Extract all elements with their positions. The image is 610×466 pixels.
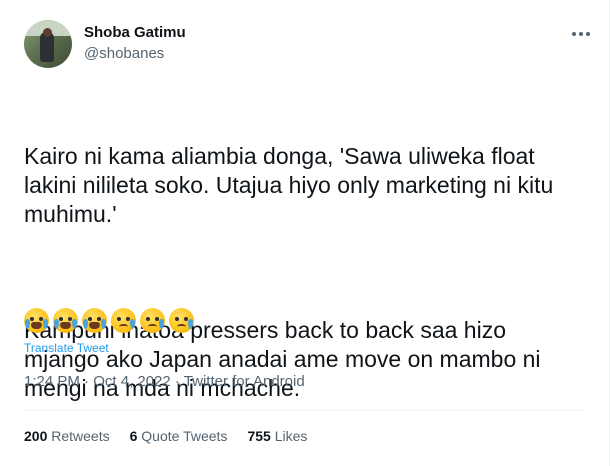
tweet-text: Kairo ni kama aliambia donga, 'Sawa uliw… (24, 84, 584, 461)
translate-tweet-link[interactable]: Translate Tweet (24, 341, 109, 355)
likes-stat[interactable]: 755 Likes (247, 428, 307, 444)
face-holding-back-tears-icon (111, 308, 136, 333)
engagement-stats: 200 Retweets 6 Quote Tweets 755 Likes (24, 428, 327, 444)
loudly-crying-face-icon (24, 308, 49, 333)
likes-count: 755 (247, 428, 275, 444)
face-holding-back-tears-icon (169, 308, 194, 333)
avatar[interactable] (24, 20, 72, 68)
quote-tweets-count: 6 (129, 428, 142, 444)
author-name[interactable]: Shoba Gatimu (84, 24, 186, 41)
quote-tweets-label: Quote Tweets (141, 428, 228, 444)
likes-label: Likes (274, 428, 308, 444)
loudly-crying-face-icon (82, 308, 107, 333)
retweets-stat[interactable]: 200 Retweets (24, 428, 110, 444)
retweets-label: Retweets (51, 428, 110, 444)
loudly-crying-face-icon (53, 308, 78, 333)
emoji-row (24, 308, 194, 333)
face-holding-back-tears-icon (140, 308, 165, 333)
tweet-paragraph-1: Kairo ni kama aliambia donga, 'Sawa uliw… (24, 143, 560, 227)
retweets-count: 200 (24, 428, 52, 444)
divider (24, 410, 586, 411)
tweet-card: Shoba Gatimu @shobanes Kairo ni kama ali… (0, 0, 610, 466)
quote-tweets-stat[interactable]: 6 Quote Tweets (130, 428, 228, 444)
tweet-meta[interactable]: 1:24 PM · Oct 4, 2022 · Twitter for Andr… (24, 373, 305, 390)
more-options-icon[interactable] (566, 22, 596, 46)
author-handle[interactable]: @shobanes (84, 45, 164, 62)
